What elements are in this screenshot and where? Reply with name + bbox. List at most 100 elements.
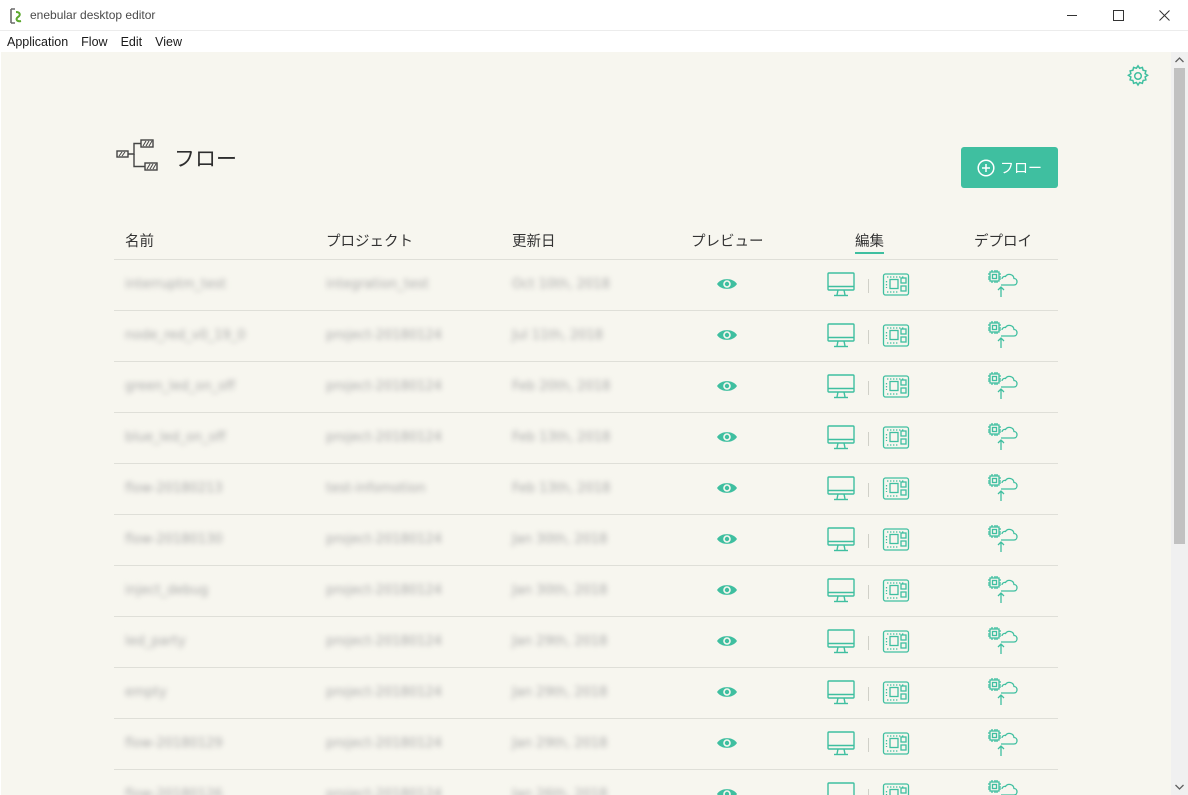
flow-name[interactable]: interruptm_test bbox=[125, 277, 226, 292]
flow-updated: Oct 10th, 2018 bbox=[512, 277, 610, 292]
board-icon[interactable] bbox=[882, 476, 910, 501]
monitor-icon[interactable] bbox=[827, 272, 855, 298]
column-name[interactable]: 名前 bbox=[125, 230, 154, 251]
flow-project: project-20180124 bbox=[326, 787, 442, 795]
edit-separator bbox=[868, 381, 869, 395]
flow-name[interactable]: inject_debug bbox=[125, 583, 208, 598]
flow-name[interactable]: flow-20180126 bbox=[125, 787, 223, 795]
flow-name[interactable]: green_led_on_off bbox=[125, 379, 235, 394]
table-row[interactable]: flow-20180130 project-20180124 Jan 30th,… bbox=[114, 515, 1058, 566]
menu-flow[interactable]: Flow bbox=[81, 35, 107, 49]
flow-updated: Feb 13th, 2018 bbox=[512, 481, 611, 496]
gear-icon[interactable] bbox=[1126, 64, 1150, 88]
column-project[interactable]: プロジェクト bbox=[326, 230, 413, 251]
table-row[interactable]: flow-20180126 project-20180124 Jan 26th,… bbox=[114, 770, 1058, 795]
board-icon[interactable] bbox=[882, 527, 910, 552]
flow-project: project-20180124 bbox=[326, 379, 442, 394]
eye-icon[interactable] bbox=[716, 327, 738, 343]
monitor-icon[interactable] bbox=[827, 527, 855, 553]
table-row[interactable]: green_led_on_off project-20180124 Feb 20… bbox=[114, 362, 1058, 413]
flow-updated: Jan 29th, 2018 bbox=[512, 634, 608, 649]
cloud-deploy-icon[interactable] bbox=[987, 372, 1019, 400]
flow-project: project-20180124 bbox=[326, 430, 442, 445]
edit-separator bbox=[868, 330, 869, 344]
eye-icon[interactable] bbox=[716, 480, 738, 496]
monitor-icon[interactable] bbox=[827, 578, 855, 604]
scroll-thumb[interactable] bbox=[1174, 68, 1185, 544]
board-icon[interactable] bbox=[882, 731, 910, 756]
cloud-deploy-icon[interactable] bbox=[987, 525, 1019, 553]
vertical-scrollbar[interactable] bbox=[1171, 52, 1188, 795]
chevron-down-icon bbox=[1175, 784, 1184, 790]
flow-name[interactable]: flow-20180213 bbox=[125, 481, 223, 496]
menu-view[interactable]: View bbox=[155, 35, 182, 49]
table-row[interactable]: flow-20180213 test-infomotion Feb 13th, … bbox=[114, 464, 1058, 515]
board-icon[interactable] bbox=[882, 578, 910, 603]
cloud-deploy-icon[interactable] bbox=[987, 321, 1019, 349]
table-row[interactable]: led_party project-20180124 Jan 29th, 201… bbox=[114, 617, 1058, 668]
flow-name[interactable]: flow-20180129 bbox=[125, 736, 223, 751]
eye-icon[interactable] bbox=[716, 378, 738, 394]
flow-project: project-20180124 bbox=[326, 328, 442, 343]
monitor-icon[interactable] bbox=[827, 629, 855, 655]
cloud-deploy-icon[interactable] bbox=[987, 627, 1019, 655]
table-row[interactable]: interruptm_test integration_test Oct 10t… bbox=[114, 260, 1058, 311]
table-row[interactable]: node_red_v0_19_0 project-20180124 Jul 11… bbox=[114, 311, 1058, 362]
flow-name[interactable]: blue_led_on_off bbox=[125, 430, 226, 445]
table-row[interactable]: blue_led_on_off project-20180124 Feb 13t… bbox=[114, 413, 1058, 464]
scroll-down-button[interactable] bbox=[1171, 779, 1188, 795]
eye-icon[interactable] bbox=[716, 633, 738, 649]
board-icon[interactable] bbox=[882, 629, 910, 654]
cloud-deploy-icon[interactable] bbox=[987, 423, 1019, 451]
plus-circle-icon bbox=[977, 158, 995, 177]
flow-updated: Jul 11th, 2018 bbox=[512, 328, 604, 343]
eye-icon[interactable] bbox=[716, 582, 738, 598]
column-updated[interactable]: 更新日 bbox=[512, 230, 556, 251]
flow-name[interactable]: node_red_v0_19_0 bbox=[125, 328, 246, 343]
board-icon[interactable] bbox=[882, 374, 910, 399]
eye-icon[interactable] bbox=[716, 735, 738, 751]
board-icon[interactable] bbox=[882, 680, 910, 705]
table-row[interactable]: empty project-20180124 Jan 29th, 2018 bbox=[114, 668, 1058, 719]
board-icon[interactable] bbox=[882, 323, 910, 348]
menu-edit[interactable]: Edit bbox=[121, 35, 143, 49]
board-icon[interactable] bbox=[882, 272, 910, 297]
monitor-icon[interactable] bbox=[827, 782, 855, 795]
monitor-icon[interactable] bbox=[827, 374, 855, 400]
cloud-deploy-icon[interactable] bbox=[987, 270, 1019, 298]
add-flow-button[interactable]: フロー bbox=[961, 147, 1058, 188]
board-icon[interactable] bbox=[882, 425, 910, 450]
eye-icon[interactable] bbox=[716, 531, 738, 547]
minimize-button[interactable] bbox=[1049, 0, 1095, 30]
column-edit: 編集 bbox=[855, 230, 884, 254]
maximize-icon bbox=[1112, 9, 1124, 21]
eye-icon[interactable] bbox=[716, 684, 738, 700]
eye-icon[interactable] bbox=[716, 786, 738, 795]
cloud-deploy-icon[interactable] bbox=[987, 474, 1019, 502]
table-row[interactable]: flow-20180129 project-20180124 Jan 29th,… bbox=[114, 719, 1058, 770]
monitor-icon[interactable] bbox=[827, 476, 855, 502]
table-row[interactable]: inject_debug project-20180124 Jan 30th, … bbox=[114, 566, 1058, 617]
main-content: フロー フロー 名前 プロジェクト 更新日 プレビュー 編集 デプロイ inte… bbox=[1, 52, 1171, 795]
menu-bar: Application Flow Edit View bbox=[0, 31, 1188, 52]
flow-updated: Feb 20th, 2018 bbox=[512, 379, 611, 394]
monitor-icon[interactable] bbox=[827, 680, 855, 706]
cloud-deploy-icon[interactable] bbox=[987, 576, 1019, 604]
eye-icon[interactable] bbox=[716, 276, 738, 292]
scroll-up-button[interactable] bbox=[1171, 52, 1188, 68]
flow-name[interactable]: led_party bbox=[125, 634, 186, 649]
eye-icon[interactable] bbox=[716, 429, 738, 445]
menu-application[interactable]: Application bbox=[7, 35, 68, 49]
monitor-icon[interactable] bbox=[827, 731, 855, 757]
flow-name[interactable]: flow-20180130 bbox=[125, 532, 223, 547]
monitor-icon[interactable] bbox=[827, 425, 855, 451]
edit-separator bbox=[868, 279, 869, 293]
cloud-deploy-icon[interactable] bbox=[987, 678, 1019, 706]
maximize-button[interactable] bbox=[1095, 0, 1141, 30]
board-icon[interactable] bbox=[882, 782, 910, 795]
cloud-deploy-icon[interactable] bbox=[987, 729, 1019, 757]
cloud-deploy-icon[interactable] bbox=[987, 780, 1019, 795]
flow-name[interactable]: empty bbox=[125, 685, 167, 700]
close-button[interactable] bbox=[1141, 0, 1187, 30]
monitor-icon[interactable] bbox=[827, 323, 855, 349]
